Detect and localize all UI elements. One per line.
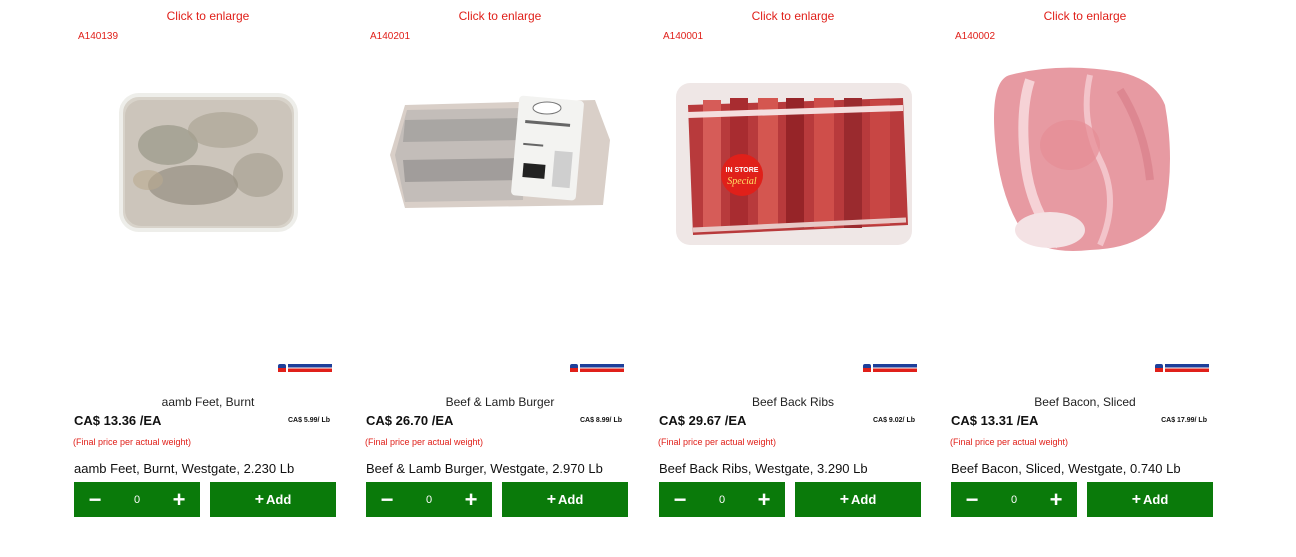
click-to-enlarge-link[interactable]: Click to enlarge	[365, 9, 635, 23]
product-name: Beef Bacon, Sliced	[1034, 395, 1136, 409]
unit-price: CA$ 8.99/ Lb	[579, 417, 622, 424]
plus-icon: +	[839, 490, 850, 508]
product-card: Click to enlarge A140001 IN STORE Specia…	[658, 0, 928, 557]
superstore-logo	[278, 364, 332, 372]
lamb-feet-package-image	[119, 93, 298, 232]
product-name: aamb Feet, Burnt	[161, 395, 255, 409]
plus-icon: +	[546, 490, 557, 508]
click-to-enlarge-link[interactable]: Click to enlarge	[658, 9, 928, 23]
product-sku: A140139	[78, 31, 119, 42]
back-ribs-package-image: IN STORE Special	[676, 83, 912, 245]
add-to-cart-button[interactable]: + Add	[1087, 482, 1213, 517]
click-to-enlarge-link[interactable]: Click to enlarge	[73, 9, 343, 23]
product-image[interactable]: IN STORE Special	[658, 50, 928, 270]
increase-quantity-button[interactable]: +	[450, 487, 492, 513]
final-price-note: (Final price per actual weight)	[365, 437, 484, 447]
quantity-value[interactable]: 0	[116, 494, 158, 506]
decrease-quantity-button[interactable]: −	[74, 487, 116, 513]
product-image[interactable]	[950, 50, 1220, 270]
quantity-value[interactable]: 0	[408, 494, 450, 506]
unit-price: CA$ 5.99/ Lb	[287, 417, 330, 424]
unit-price: CA$ 9.02/ Lb	[872, 417, 915, 424]
decrease-quantity-button[interactable]: −	[951, 487, 993, 513]
product-image[interactable]	[365, 50, 635, 270]
product-card: Click to enlarge A140201 Beef & Lamb Bur…	[365, 0, 635, 557]
quantity-value[interactable]: 0	[701, 494, 743, 506]
product-name: Beef & Lamb Burger	[445, 395, 555, 409]
add-to-cart-button[interactable]: + Add	[210, 482, 336, 517]
superstore-logo	[570, 364, 624, 372]
quantity-stepper: − 0 +	[659, 482, 785, 517]
increase-quantity-button[interactable]: +	[743, 487, 785, 513]
sticker-line2: Special	[727, 176, 757, 187]
final-price-note: (Final price per actual weight)	[73, 437, 192, 447]
quantity-stepper: − 0 +	[74, 482, 200, 517]
product-price: CA$ 13.36 /EA	[74, 413, 162, 428]
superstore-logo	[863, 364, 917, 372]
product-description: Beef & Lamb Burger, Westgate, 2.970 Lb	[366, 461, 603, 476]
final-price-note: (Final price per actual weight)	[658, 437, 777, 447]
add-button-label: Add	[851, 492, 877, 507]
increase-quantity-button[interactable]: +	[1035, 487, 1077, 513]
product-image[interactable]	[73, 50, 343, 270]
plus-icon: +	[254, 490, 265, 508]
add-button-label: Add	[558, 492, 584, 507]
add-to-cart-button[interactable]: + Add	[795, 482, 921, 517]
beef-bacon-image	[994, 67, 1170, 251]
burger-package-image	[390, 95, 610, 208]
product-description: Beef Back Ribs, Westgate, 3.290 Lb	[659, 461, 868, 476]
product-description: Beef Bacon, Sliced, Westgate, 0.740 Lb	[951, 461, 1181, 476]
increase-quantity-button[interactable]: +	[158, 487, 200, 513]
product-card: Click to enlarge A140139 aamb Feet, Burn…	[73, 0, 343, 557]
product-description: aamb Feet, Burnt, Westgate, 2.230 Lb	[74, 461, 295, 476]
quantity-stepper: − 0 +	[951, 482, 1077, 517]
product-card: Click to enlarge A140002 Beef Bacon, Sli…	[950, 0, 1220, 557]
decrease-quantity-button[interactable]: −	[659, 487, 701, 513]
decrease-quantity-button[interactable]: −	[366, 487, 408, 513]
product-price: CA$ 13.31 /EA	[951, 413, 1039, 428]
add-button-label: Add	[266, 492, 292, 507]
superstore-logo	[1155, 364, 1209, 372]
add-button-label: Add	[1143, 492, 1169, 507]
unit-price: CA$ 17.99/ Lb	[1161, 417, 1207, 424]
quantity-stepper: − 0 +	[366, 482, 492, 517]
product-sku: A140002	[955, 31, 996, 42]
final-price-note: (Final price per actual weight)	[950, 437, 1069, 447]
click-to-enlarge-link[interactable]: Click to enlarge	[950, 9, 1220, 23]
quantity-value[interactable]: 0	[993, 494, 1035, 506]
product-price: CA$ 26.70 /EA	[366, 413, 454, 428]
add-to-cart-button[interactable]: + Add	[502, 482, 628, 517]
product-sku: A140001	[663, 31, 704, 42]
product-sku: A140201	[370, 31, 411, 42]
sticker-line1: IN STORE	[726, 167, 759, 174]
product-name: Beef Back Ribs	[751, 395, 835, 409]
product-price: CA$ 29.67 /EA	[659, 413, 747, 428]
plus-icon: +	[1131, 490, 1142, 508]
